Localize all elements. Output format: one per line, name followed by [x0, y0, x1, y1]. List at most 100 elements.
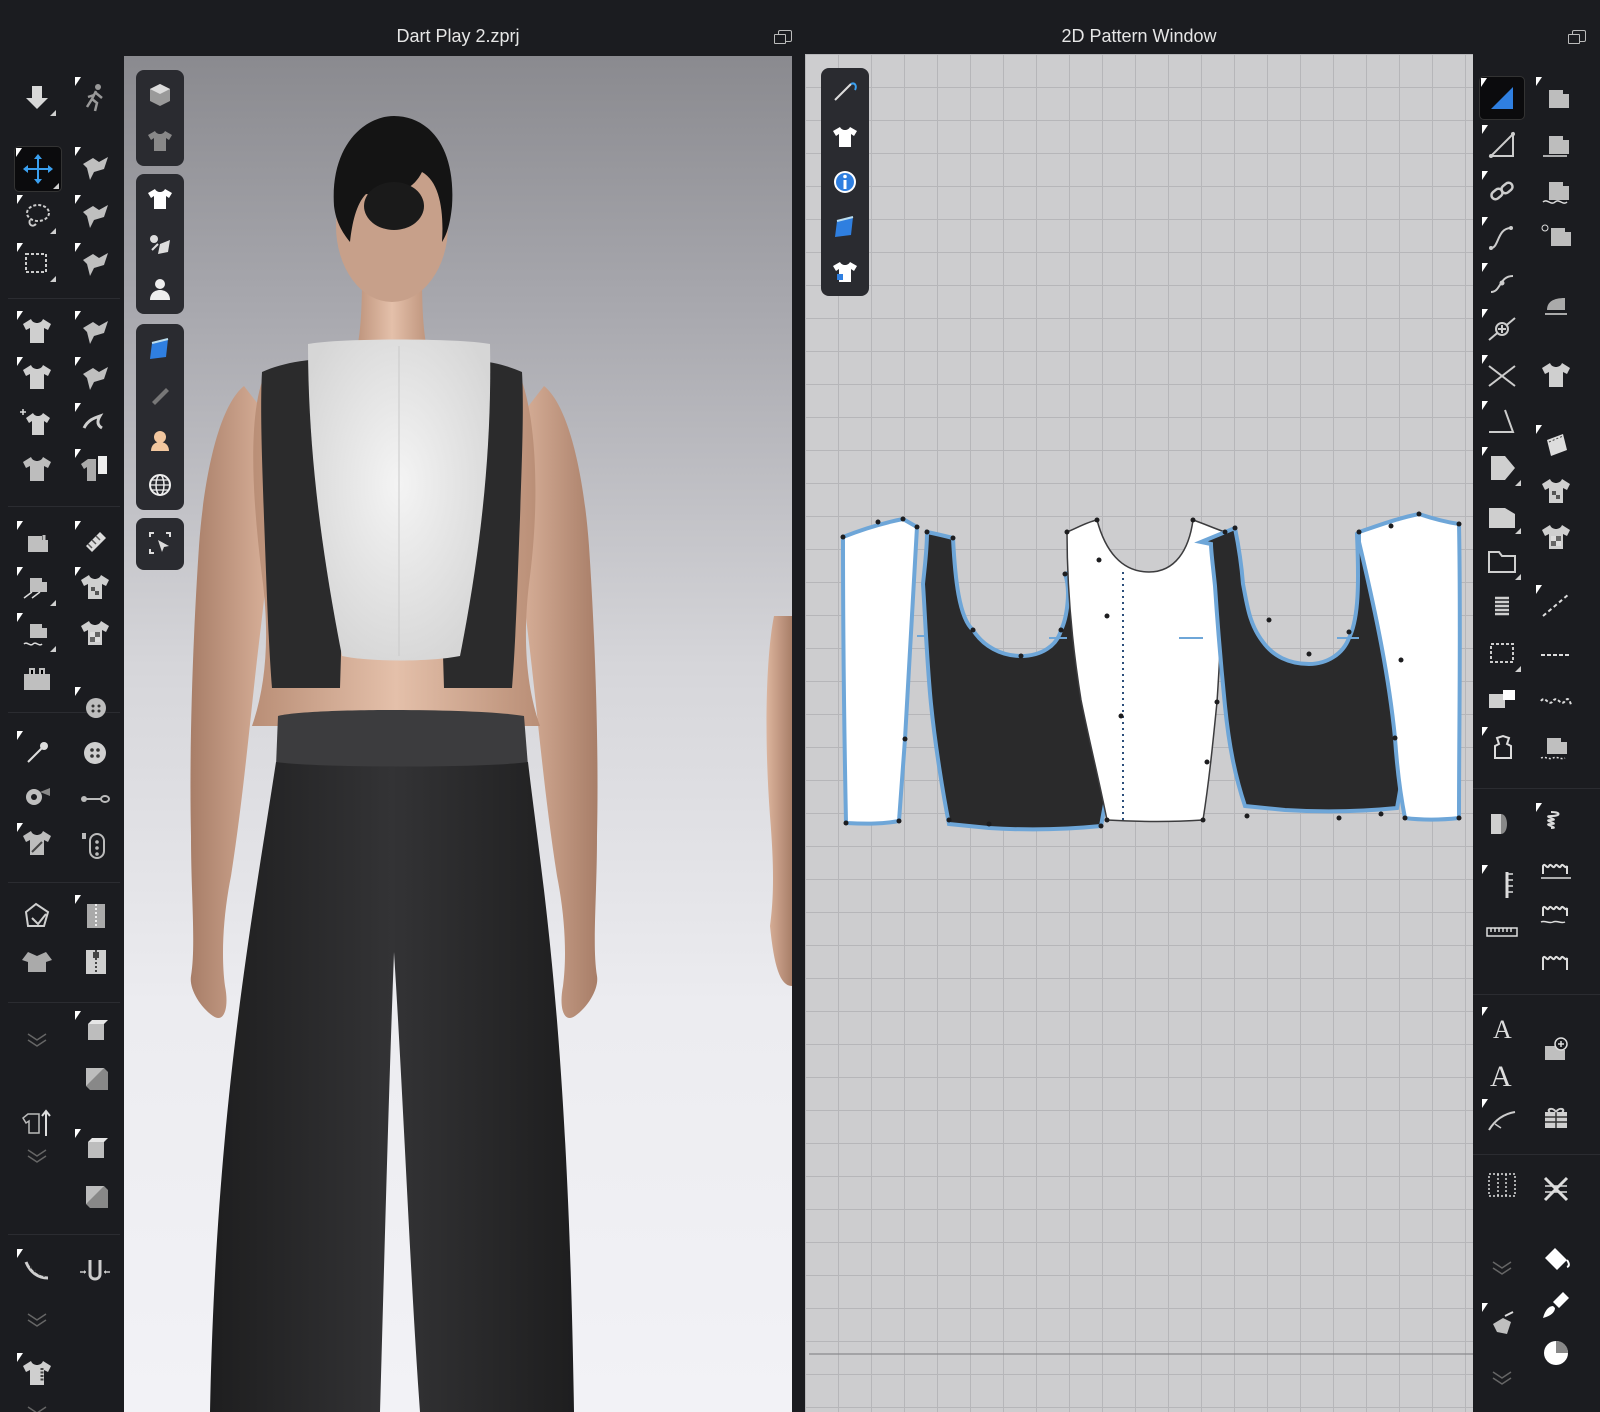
shirt-tag-icon[interactable]	[16, 1352, 58, 1394]
expand-4-icon[interactable]	[16, 1402, 58, 1412]
cut-icon[interactable]	[1481, 354, 1523, 396]
sew-2-icon[interactable]	[16, 566, 58, 608]
shirt-move-icon[interactable]	[16, 402, 58, 444]
paint-bucket-icon[interactable]	[1535, 1238, 1577, 1280]
stitch-2-icon[interactable]	[1535, 894, 1577, 936]
tape-icon[interactable]	[16, 776, 58, 818]
text-icon[interactable]: A	[1481, 1006, 1523, 1048]
shirt-icon[interactable]	[1535, 354, 1577, 396]
pattern-4-icon[interactable]	[1535, 216, 1577, 258]
lace-icon[interactable]	[1535, 1168, 1577, 1210]
shirt-check-2-icon[interactable]	[1535, 516, 1577, 558]
sew-icon[interactable]	[16, 520, 58, 562]
move-icon[interactable]	[14, 146, 62, 192]
link-icon[interactable]	[1481, 170, 1523, 212]
fold-6-icon[interactable]	[74, 402, 116, 444]
zipper-4-icon[interactable]	[74, 940, 116, 982]
shirt-check-icon[interactable]	[74, 566, 116, 608]
box-3-icon[interactable]	[74, 1128, 116, 1170]
shirt-check-2-icon[interactable]	[74, 612, 116, 654]
shirt-split-icon[interactable]	[74, 448, 116, 490]
measure-icon[interactable]	[16, 1248, 58, 1290]
pin-icon[interactable]	[16, 730, 58, 772]
sew-icon[interactable]	[1535, 726, 1577, 768]
shirt-dark-icon[interactable]	[16, 448, 58, 490]
fold-3-icon[interactable]	[74, 242, 116, 284]
shirt-icon[interactable]	[825, 119, 865, 156]
measure-angle-icon[interactable]	[1481, 400, 1523, 442]
expand-2-icon[interactable]	[1481, 1356, 1523, 1398]
fold-2-icon[interactable]	[74, 194, 116, 236]
arrow-down-icon[interactable]	[16, 76, 58, 118]
box-icon[interactable]	[74, 1010, 116, 1052]
sew-3-icon[interactable]	[16, 612, 58, 654]
import-icon[interactable]	[16, 894, 58, 936]
badge-icon[interactable]	[1481, 680, 1523, 722]
zipper-2-icon[interactable]	[74, 824, 116, 866]
expand-icon[interactable]	[16, 1018, 58, 1060]
segment-icon[interactable]	[1481, 124, 1523, 166]
add-point-icon[interactable]	[1481, 308, 1523, 350]
spring-2-icon[interactable]	[1535, 802, 1577, 844]
grid-icon[interactable]	[1481, 1164, 1523, 1206]
button-icon[interactable]	[74, 686, 116, 728]
expand-icon[interactable]	[1481, 1246, 1523, 1288]
expand-2-icon[interactable]	[16, 1134, 58, 1176]
dashed-line-icon[interactable]	[1535, 584, 1577, 626]
select-icon[interactable]	[140, 524, 180, 562]
curve-3-icon[interactable]	[1481, 1098, 1523, 1140]
box-2-icon[interactable]	[74, 1056, 116, 1098]
texture-icon[interactable]	[825, 208, 865, 245]
text-2-icon[interactable]: A	[1481, 1052, 1523, 1094]
zipper-icon[interactable]	[74, 778, 116, 820]
gift-icon[interactable]	[1535, 1096, 1577, 1138]
avatar-icon[interactable]	[140, 271, 180, 308]
info-icon[interactable]	[825, 164, 865, 201]
arrange-icon[interactable]	[1481, 1302, 1523, 1344]
pencil-icon[interactable]	[140, 376, 180, 414]
stitch-3-icon[interactable]	[1535, 940, 1577, 982]
fold-5-icon[interactable]	[74, 356, 116, 398]
marquee-icon[interactable]	[1481, 632, 1523, 674]
sew-add-icon[interactable]	[1535, 1030, 1577, 1072]
pattern-6-icon[interactable]	[1481, 864, 1523, 906]
restore-window-2d-icon[interactable]	[1568, 30, 1586, 44]
ruler-icon[interactable]	[1481, 910, 1523, 952]
fabric-icon[interactable]	[140, 225, 180, 262]
cube-icon[interactable]	[140, 76, 180, 114]
curve-icon[interactable]	[1481, 216, 1523, 258]
button-2-icon[interactable]	[74, 732, 116, 774]
marquee-icon[interactable]	[16, 242, 58, 284]
expand-3-icon[interactable]	[16, 1298, 58, 1340]
fold-icon[interactable]	[74, 146, 116, 188]
shirt-lock-icon[interactable]	[16, 822, 58, 864]
jacket-icon[interactable]	[16, 940, 58, 982]
pattern-sew-icon[interactable]	[74, 520, 116, 562]
box-4-icon[interactable]	[74, 1174, 116, 1216]
zipper-3-icon[interactable]	[74, 894, 116, 936]
pattern-3-icon[interactable]	[1535, 170, 1577, 212]
panel-divider[interactable]	[792, 18, 805, 1412]
texture-icon[interactable]	[140, 330, 180, 368]
pattern-5-icon[interactable]	[1481, 802, 1523, 844]
spring-icon[interactable]	[1481, 586, 1523, 628]
shirt-fit-icon[interactable]	[16, 310, 58, 352]
restore-window-icon[interactable]	[774, 30, 792, 44]
shirt-icon[interactable]	[16, 356, 58, 398]
stitch-icon[interactable]	[1535, 848, 1577, 890]
globe-icon[interactable]	[140, 467, 180, 505]
face-icon[interactable]	[140, 421, 180, 459]
shirt-check-icon[interactable]	[1535, 470, 1577, 512]
needle-icon[interactable]	[825, 74, 865, 111]
dashed-line-2-icon[interactable]	[1535, 634, 1577, 676]
shirt-outline-icon[interactable]	[140, 122, 180, 160]
polygon-icon[interactable]	[1481, 494, 1523, 536]
lasso-icon[interactable]	[16, 194, 58, 236]
shirt-icon[interactable]	[140, 180, 180, 217]
select-triangle-icon[interactable]	[1479, 76, 1525, 120]
tailor-icon[interactable]	[16, 658, 58, 700]
iron-icon[interactable]	[1535, 284, 1577, 326]
shirt-lock-icon[interactable]	[825, 253, 865, 290]
wave-icon[interactable]	[1535, 680, 1577, 722]
viewport-3d[interactable]	[124, 56, 792, 1412]
